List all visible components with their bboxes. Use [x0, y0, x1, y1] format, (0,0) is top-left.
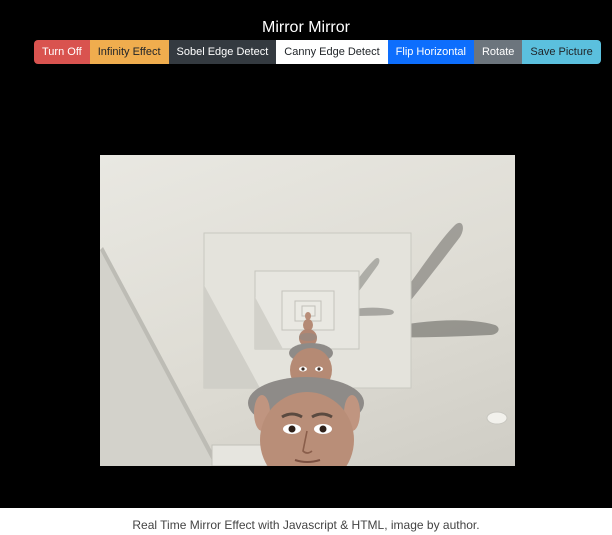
- webcam-frame: [100, 222, 508, 466]
- image-caption: Real Time Mirror Effect with Javascript …: [132, 518, 480, 532]
- app-stage: Mirror Mirror Turn Off Infinity Effect S…: [0, 0, 612, 508]
- rotate-button[interactable]: Rotate: [473, 40, 523, 64]
- flip-horizontal-button[interactable]: Flip Horizontal: [387, 40, 474, 64]
- save-picture-button[interactable]: Save Picture: [522, 40, 601, 64]
- canny-edge-detect-button[interactable]: Canny Edge Detect: [276, 40, 388, 64]
- sobel-edge-detect-button[interactable]: Sobel Edge Detect: [168, 40, 277, 64]
- user-face: [248, 377, 364, 466]
- infinity-effect-button[interactable]: Infinity Effect: [89, 40, 169, 64]
- effect-toolbar: Turn Off Infinity Effect Sobel Edge Dete…: [34, 40, 601, 64]
- app-title: Mirror Mirror: [262, 19, 350, 36]
- turn-off-button[interactable]: Turn Off: [34, 40, 90, 64]
- webcam-video: [100, 155, 515, 466]
